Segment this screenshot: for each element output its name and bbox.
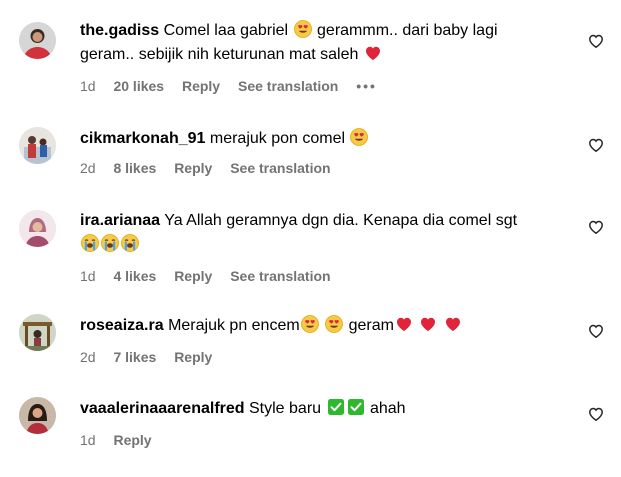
red-heart-emoji-icon <box>421 317 436 331</box>
username[interactable]: vaaalerinaaarenalfred <box>80 400 245 417</box>
likes-count[interactable]: 20 likes <box>113 78 164 94</box>
avatar[interactable] <box>19 127 56 164</box>
avatar[interactable] <box>19 314 56 351</box>
reply-button[interactable]: Reply <box>174 160 212 176</box>
reply-button[interactable]: Reply <box>113 432 151 448</box>
username[interactable]: ira.arianaa <box>80 212 160 229</box>
heart-outline-icon[interactable] <box>588 137 604 153</box>
loudly-crying-emoji-icon <box>101 234 119 252</box>
see-translation-button[interactable]: See translation <box>238 78 338 94</box>
heart-eyes-emoji-icon <box>325 315 344 333</box>
comment-meta: 2d 7 likes Reply <box>80 348 581 366</box>
timestamp: 1d <box>80 268 96 284</box>
reply-button[interactable]: Reply <box>182 78 220 94</box>
check-mark-button-emoji-icon <box>346 398 365 416</box>
avatar[interactable] <box>19 397 56 434</box>
comment-meta: 1d Reply <box>80 431 581 449</box>
reply-button[interactable]: Reply <box>174 268 212 284</box>
avatar[interactable] <box>19 210 56 247</box>
red-heart-emoji-icon <box>365 46 380 60</box>
likes-count[interactable]: 7 likes <box>113 349 156 365</box>
comment-text: the.gadiss Comel laa gabriel gerammm.. d… <box>80 20 498 63</box>
heart-eyes-emoji-icon <box>300 315 319 333</box>
heart-eyes-emoji-icon <box>293 20 312 38</box>
more-options-icon[interactable]: ••• <box>356 78 377 94</box>
timestamp: 2d <box>80 349 96 365</box>
comments-list: the.gadiss Comel laa gabriel gerammm.. d… <box>0 0 621 477</box>
heart-outline-icon[interactable] <box>588 219 604 235</box>
timestamp: 2d <box>80 160 96 176</box>
likes-count[interactable]: 8 likes <box>113 160 156 176</box>
comment-meta: 1d 4 likes Reply See translation <box>80 267 581 285</box>
timestamp: 1d <box>80 78 96 94</box>
heart-outline-icon[interactable] <box>588 406 604 422</box>
red-heart-emoji-icon <box>396 317 411 331</box>
check-mark-button-emoji-icon <box>326 398 345 416</box>
comment-text: ira.arianaa Ya Allah geramnya dgn dia. K… <box>80 209 581 257</box>
reply-button[interactable]: Reply <box>174 349 212 365</box>
heart-eyes-emoji-icon <box>350 128 369 146</box>
username[interactable]: the.gadiss <box>80 22 159 39</box>
loudly-crying-emoji-icon <box>81 234 99 252</box>
username[interactable]: roseaiza.ra <box>80 317 164 334</box>
avatar[interactable] <box>19 22 56 59</box>
heart-outline-icon[interactable] <box>588 33 604 49</box>
likes-count[interactable]: 4 likes <box>113 268 156 284</box>
comment-meta: 2d 8 likes Reply See translation <box>80 159 581 177</box>
comment-text: cikmarkonah_91 merajuk pon comel <box>80 127 581 151</box>
see-translation-button[interactable]: See translation <box>230 160 330 176</box>
comment-meta: 1d 20 likes Reply See translation ••• <box>80 77 581 95</box>
username[interactable]: cikmarkonah_91 <box>80 130 205 147</box>
timestamp: 1d <box>80 432 96 448</box>
comment-text: roseaiza.ra Merajuk pn encem geram <box>80 314 581 338</box>
red-heart-emoji-icon <box>445 317 460 331</box>
comment-text: vaaalerinaaarenalfred Style baru ahah <box>80 398 406 417</box>
heart-outline-icon[interactable] <box>588 323 604 339</box>
see-translation-button[interactable]: See translation <box>230 268 330 284</box>
loudly-crying-emoji-icon <box>121 234 139 252</box>
